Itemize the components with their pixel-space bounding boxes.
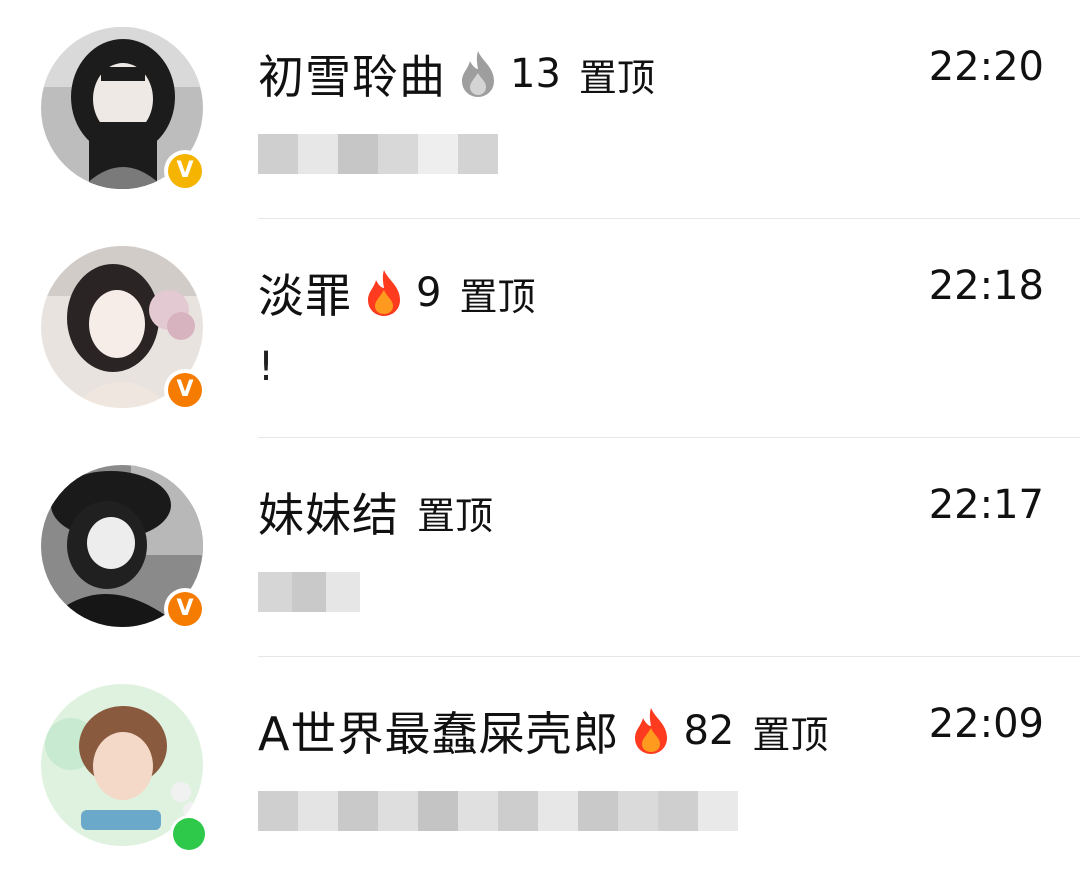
contact-name: 初雪聆曲 (258, 50, 446, 104)
pixelated-blur (258, 572, 360, 612)
title-line: A世界最蠢屎壳郎 82 置顶 (258, 699, 828, 763)
message-preview-redacted (258, 556, 360, 616)
fire-icon (629, 706, 673, 756)
grey-flame-icon (456, 49, 500, 99)
message-preview-redacted (258, 775, 738, 835)
message-preview-redacted (258, 118, 498, 178)
online-status-icon (170, 815, 208, 853)
conversation-row[interactable]: A世界最蠢屎壳郎 82 置顶 22:09 (0, 657, 1080, 871)
timestamp: 22:18 (928, 263, 1044, 309)
pinned-label: 置顶 (752, 712, 829, 757)
contact-name: 淡罪 (258, 269, 352, 323)
timestamp: 22:17 (928, 482, 1044, 528)
title-line: 淡罪 9 置顶 (258, 261, 535, 325)
conversation-row[interactable]: V 妹妹结 置顶 22:17 (0, 438, 1080, 656)
timestamp: 22:20 (928, 44, 1044, 90)
streak-count: 9 (416, 270, 442, 316)
verified-badge-icon: V (164, 150, 206, 192)
conversation-list: V 初雪聆曲 13 置顶 22:20 V 淡罪 9 置顶 22:18 ! V 妹… (0, 0, 1080, 871)
conversation-row[interactable]: V 初雪聆曲 13 置顶 22:20 (0, 0, 1080, 218)
contact-name: 妹妹结 (258, 488, 399, 542)
verified-badge-icon: V (164, 369, 206, 411)
message-preview: ! (258, 344, 275, 390)
verified-badge-icon: V (164, 588, 206, 630)
contact-name: A世界最蠢屎壳郎 (258, 707, 620, 761)
pinned-label: 置顶 (417, 493, 494, 538)
pixelated-blur (258, 134, 498, 174)
streak-count: 82 (683, 708, 735, 754)
pinned-label: 置顶 (578, 55, 655, 100)
streak-count: 13 (510, 51, 561, 97)
title-line: 初雪聆曲 13 置顶 (258, 42, 655, 106)
title-line: 妹妹结 置顶 (258, 480, 493, 544)
timestamp: 22:09 (928, 701, 1044, 747)
pinned-label: 置顶 (459, 274, 536, 319)
pixelated-blur (258, 791, 738, 831)
fire-icon (362, 268, 406, 318)
conversation-row[interactable]: V 淡罪 9 置顶 22:18 ! (0, 219, 1080, 437)
